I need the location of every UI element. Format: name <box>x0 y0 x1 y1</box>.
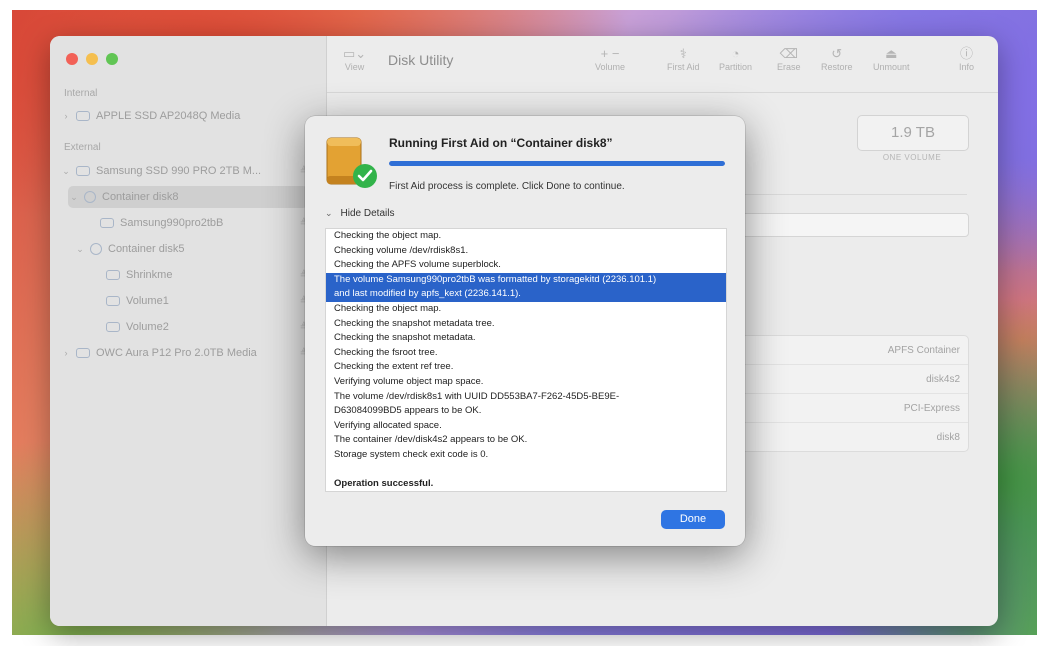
log-line: Operation successful. <box>334 478 434 490</box>
sidebar-item-label: Container disk5 <box>108 243 185 255</box>
info-button[interactable]: ⓘ Info <box>959 46 974 72</box>
plus-minus-icon: + − <box>600 46 620 61</box>
chevron-down-icon[interactable]: ⌄ <box>68 192 80 203</box>
container-icon <box>90 243 102 255</box>
sidebar-icon: ▭⌄ <box>343 46 367 61</box>
log-line: Checking the snapshot metadata. <box>334 332 476 344</box>
volume-icon <box>106 270 120 280</box>
info-icon: ⓘ <box>960 46 974 61</box>
log-line: Verifying allocated space. <box>334 419 442 431</box>
first-aid-button[interactable]: ⚕ First Aid <box>667 46 700 72</box>
zoom-window-button[interactable] <box>106 53 118 65</box>
log-line: Verifying volume object map space. <box>334 375 484 387</box>
sidebar-item-container-disk5[interactable]: ⌄ Container disk5 <box>74 238 316 260</box>
sidebar-item-container-disk8[interactable]: ⌄ Container disk8 <box>68 186 308 208</box>
erase-button[interactable]: ⌫ Erase <box>777 46 801 72</box>
unmount-button[interactable]: ⏏ Unmount <box>873 46 910 72</box>
view-button[interactable]: ▭⌄ View <box>343 46 366 72</box>
eraser-icon: ⌫ <box>779 46 798 61</box>
chevron-down-icon: ⌄ <box>325 208 333 218</box>
sidebar-item-samsung990pro2tbb[interactable]: Samsung990pro2tbB ≜ <box>96 212 316 234</box>
capacity-value: 1.9 TB <box>857 115 969 151</box>
restore-button[interactable]: ↺ Restore <box>821 46 853 72</box>
progress-bar <box>389 161 725 166</box>
sidebar-item-volume1[interactable]: Volume1 ≜ <box>102 290 316 312</box>
log-line: The volume /dev/rdisk8s1 with UUID DD553… <box>334 390 620 402</box>
drive-icon <box>76 166 90 176</box>
stethoscope-icon: ⚕ <box>679 46 687 61</box>
sidebar-item-apple-ssd[interactable]: › APPLE SSD AP2048Q Media <box>60 105 316 127</box>
volume-icon <box>100 218 114 228</box>
drive-icon <box>76 111 90 121</box>
sidebar: Internal › APPLE SSD AP2048Q Media Exter… <box>50 36 327 626</box>
disk-success-icon <box>326 137 377 188</box>
log-line: The container /dev/disk4s2 appears to be… <box>334 434 528 446</box>
log-line: Checking the snapshot metadata tree. <box>334 317 495 329</box>
done-button[interactable]: Done <box>661 510 725 529</box>
log-line: Checking the object map. <box>334 302 442 314</box>
chevron-down-icon[interactable]: ⌄ <box>74 244 86 255</box>
dialog-title: Running First Aid on “Container disk8” <box>389 136 613 150</box>
eject-icon: ⏏ <box>885 46 898 61</box>
log-line: The volume Samsung990pro2tbB was formatt… <box>326 272 726 288</box>
volume-icon <box>106 296 120 306</box>
log-line: Checking the fsroot tree. <box>334 346 438 358</box>
log-line: Checking the object map. <box>334 230 442 241</box>
sidebar-item-shrinkme[interactable]: Shrinkme ≜ <box>102 264 316 286</box>
chevron-down-icon[interactable]: ⌄ <box>60 166 72 177</box>
sidebar-item-owc-aura[interactable]: › OWC Aura P12 Pro 2.0TB Media ≜ <box>60 342 316 364</box>
log-line: Checking volume /dev/rdisk8s1. <box>334 244 469 256</box>
sidebar-item-label: Volume1 <box>126 295 169 307</box>
status-message: First Aid process is complete. Click Don… <box>389 181 625 192</box>
sidebar-item-samsung-ssd[interactable]: ⌄ Samsung SSD 990 PRO 2TB M... ≜ <box>60 160 316 182</box>
log-line: Checking the APFS volume superblock. <box>334 259 501 271</box>
close-window-button[interactable] <box>66 53 78 65</box>
partition-button[interactable]: ◔ Partition <box>719 46 752 72</box>
sidebar-item-label: Shrinkme <box>126 269 173 281</box>
log-line: and last modified by apfs_kext (2236.141… <box>326 287 726 302</box>
sidebar-item-label: Container disk8 <box>102 191 179 203</box>
chevron-right-icon[interactable]: › <box>60 111 72 121</box>
log-output[interactable]: Checking the object map. Checking volume … <box>325 228 727 492</box>
drive-icon <box>76 348 90 358</box>
progress-fill <box>389 161 725 166</box>
first-aid-dialog: Running First Aid on “Container disk8” F… <box>305 116 745 546</box>
capacity-caption: ONE VOLUME <box>882 153 942 162</box>
container-icon <box>84 191 96 203</box>
sidebar-section-external: External <box>64 142 101 153</box>
minimize-window-button[interactable] <box>86 53 98 65</box>
volume-button[interactable]: + − Volume <box>595 46 625 72</box>
log-line: Checking the extent ref tree. <box>334 361 454 373</box>
sidebar-item-label: APPLE SSD AP2048Q Media <box>96 110 241 122</box>
sidebar-item-label: Samsung990pro2tbB <box>120 217 224 229</box>
sidebar-item-label: Samsung SSD 990 PRO 2TB M... <box>96 165 262 177</box>
hide-details-toggle[interactable]: ⌄ Hide Details <box>325 208 394 219</box>
sidebar-item-label: Volume2 <box>126 321 169 333</box>
log-line: D63084099BD5 appears to be OK. <box>334 405 482 417</box>
sidebar-section-internal: Internal <box>64 88 98 99</box>
log-line: Storage system check exit code is 0. <box>334 448 489 460</box>
restore-icon: ↺ <box>831 46 843 61</box>
pie-icon: ◔ <box>731 46 740 61</box>
sidebar-item-volume2[interactable]: Volume2 ≜ <box>102 316 316 338</box>
chevron-right-icon[interactable]: › <box>60 348 72 358</box>
sidebar-item-label: OWC Aura P12 Pro 2.0TB Media <box>96 347 257 359</box>
app-title: Disk Utility <box>388 52 454 68</box>
volume-icon <box>106 322 120 332</box>
